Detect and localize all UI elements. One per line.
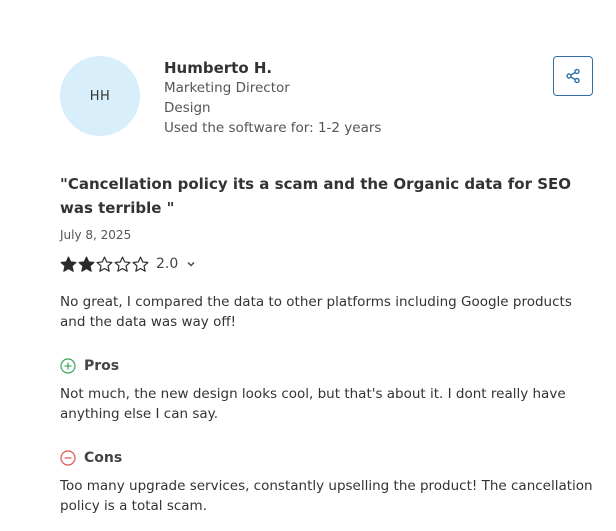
review-title: "Cancellation policy its a scam and the …	[60, 175, 572, 217]
star-rating	[60, 255, 150, 273]
avatar-initials: HH	[89, 88, 111, 104]
pros-heading: Pros	[60, 357, 119, 375]
rating: 2.0	[60, 254, 196, 274]
star-empty-icon	[114, 255, 131, 272]
plus-circle-icon	[60, 358, 76, 374]
cons-label: Cons	[84, 450, 123, 466]
minus-circle-icon	[60, 450, 76, 466]
pros-label: Pros	[84, 358, 120, 374]
avatar: HH	[60, 56, 140, 136]
share-icon	[566, 68, 580, 84]
reviewer-info: Humberto H. Marketing Director Design Us…	[164, 58, 381, 138]
star-filled-icon	[60, 255, 77, 272]
review-card: HH Humberto H. Marketing Director Design…	[0, 0, 616, 531]
star-empty-icon	[132, 255, 149, 272]
review-date: July 8, 2025	[60, 228, 132, 242]
reviewer-role: Marketing Director	[164, 80, 290, 96]
star-empty-icon	[96, 255, 113, 272]
rating-value: 2.0	[156, 256, 179, 272]
cons-heading: Cons	[60, 449, 122, 467]
share-button[interactable]	[553, 56, 593, 96]
chevron-down-icon	[187, 262, 195, 267]
rating-details-toggle[interactable]	[186, 259, 196, 269]
reviewer-industry: Design	[164, 100, 211, 116]
cons-text: Too many upgrade services, constantly up…	[60, 478, 593, 514]
star-filled-icon	[78, 255, 95, 272]
review-summary: No great, I compared the data to other p…	[60, 294, 572, 330]
reviewer-usage: Used the software for: 1-2 years	[164, 120, 382, 136]
pros-text: Not much, the new design looks cool, but…	[60, 386, 566, 422]
reviewer-name: Humberto H.	[164, 59, 273, 77]
